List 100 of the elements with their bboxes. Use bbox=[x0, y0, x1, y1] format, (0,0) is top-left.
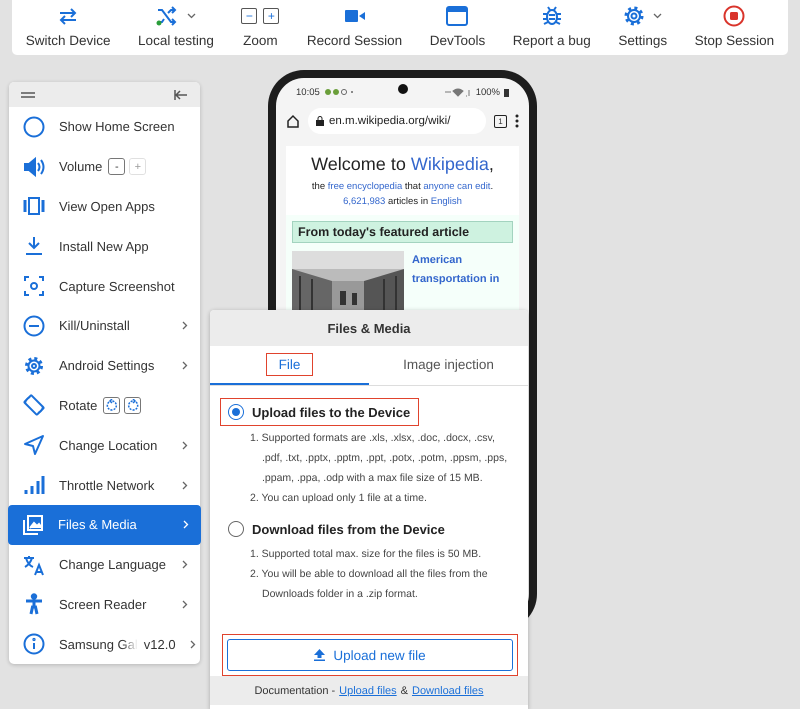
tab-count[interactable]: 1 bbox=[494, 114, 507, 128]
lock-icon bbox=[316, 116, 324, 126]
menu-item[interactable]: Show Home Screen bbox=[9, 107, 200, 147]
option-label: Upload files to the Device bbox=[252, 404, 410, 420]
zoom-in-button[interactable]: + bbox=[263, 8, 280, 24]
menu-item-label: Kill/Uninstall bbox=[59, 318, 130, 334]
toolbar-button[interactable]: − + Zoom bbox=[237, 0, 284, 55]
menu-item-label: Rotate bbox=[59, 398, 98, 413]
notification-icons bbox=[324, 88, 354, 96]
toolbar-button[interactable]: Switch Device bbox=[22, 0, 115, 55]
doc-link[interactable]: Upload files bbox=[339, 684, 397, 696]
menu-item[interactable]: Rotate bbox=[9, 386, 200, 426]
menu-item-label: Throttle Network bbox=[59, 478, 154, 493]
menu-item[interactable]: Files & Media bbox=[8, 504, 201, 545]
image-gallery-icon bbox=[22, 514, 44, 536]
rotate-icon bbox=[23, 394, 45, 416]
article-link[interactable]: American transportation in bbox=[412, 251, 502, 289]
menu-item[interactable]: Kill/Uninstall bbox=[9, 306, 200, 346]
bug-icon bbox=[542, 5, 562, 27]
minus-circle-icon bbox=[23, 314, 45, 337]
wiki-link[interactable]: English bbox=[430, 196, 462, 207]
note-text: 2. You can upload only 1 file at a time. bbox=[250, 491, 428, 506]
menu-item[interactable]: Android Settings bbox=[9, 346, 200, 386]
upload-icon bbox=[314, 649, 326, 661]
menu-item-label: Samsung Gal bbox=[59, 636, 138, 652]
settings-icon bbox=[623, 5, 646, 27]
note-text: 2. You will be able to download all the files from the Downloads folder in a .zip format. bbox=[250, 567, 489, 602]
menu-item[interactable]: Samsung Gal v12.0 bbox=[9, 624, 200, 664]
toolbar-button[interactable]: Settings bbox=[614, 0, 672, 55]
translate-icon bbox=[23, 554, 45, 576]
battery-icon bbox=[504, 88, 509, 96]
menu-item-label: Android Settings bbox=[59, 358, 154, 374]
radio-button[interactable] bbox=[228, 404, 244, 420]
article-count-text: 6,621,983 articles in English bbox=[342, 196, 463, 207]
speaker-icon bbox=[23, 156, 45, 178]
menu-item-label: Files & Media bbox=[58, 517, 137, 532]
toolbar-button[interactable]: Record Session bbox=[302, 0, 406, 55]
wiki-link[interactable]: free encyclopedia bbox=[328, 181, 402, 192]
tab[interactable]: File bbox=[210, 346, 369, 385]
radio-option[interactable]: Download files from the Device bbox=[228, 516, 453, 542]
toolbar-button[interactable]: Local testing bbox=[134, 0, 218, 55]
panel-title: Files & Media bbox=[210, 310, 528, 346]
home-icon[interactable] bbox=[286, 114, 300, 128]
tab[interactable]: Image injection bbox=[369, 346, 528, 385]
window-icon bbox=[446, 6, 468, 26]
featured-heading: From today's featured article bbox=[292, 221, 513, 243]
signal-bars-icon bbox=[23, 474, 45, 496]
note-text: 1. Supported formats are .xls, .xlsx, .doc, .docx, .csv, .pdf, .txt, .pptx, .pptm, .ppt, .potx, .potm, .ppsm, .pps, .ppam, .ppa, .odp with a max file size of 15 MB. bbox=[250, 431, 508, 486]
volume-button[interactable]: - bbox=[108, 158, 126, 176]
app-switcher-icon bbox=[23, 195, 45, 218]
menu-item[interactable]: Screen Reader bbox=[9, 584, 200, 624]
note-text: 1. Supported total max. size for the files is 50 MB. bbox=[250, 547, 482, 562]
toolbar-button[interactable]: DevTools bbox=[426, 0, 490, 55]
footer-text: Documentation - bbox=[254, 684, 336, 696]
download-icon bbox=[23, 235, 45, 258]
more-icon[interactable] bbox=[515, 114, 519, 128]
settings-icon bbox=[23, 354, 45, 377]
clock-text: 10:05 bbox=[296, 86, 320, 98]
option-label: Download files from the Device bbox=[252, 522, 445, 536]
separator-text: & bbox=[400, 684, 408, 696]
zoom-out-button[interactable]: − bbox=[241, 8, 258, 24]
welcome-heading: Welcome to Wikipedia, bbox=[310, 154, 495, 175]
navigation-arrow-icon bbox=[23, 434, 45, 456]
screenshot-icon bbox=[23, 275, 45, 298]
upload-button[interactable]: Upload new file bbox=[227, 639, 513, 671]
menu-item-label: View Open Apps bbox=[59, 198, 155, 214]
battery-text: 100% bbox=[476, 86, 500, 98]
rotate-button[interactable] bbox=[124, 396, 142, 414]
menu-item-label: Install New App bbox=[59, 238, 149, 254]
wiki-link[interactable]: anyone can edit bbox=[423, 181, 490, 192]
accessibility-icon bbox=[23, 593, 45, 616]
menu-item[interactable]: Change Location bbox=[9, 425, 200, 466]
intro-text: the free encyclopedia that anyone can edit. bbox=[310, 181, 494, 192]
menu-item-label: Change Language bbox=[59, 557, 166, 572]
signal-icons bbox=[444, 88, 472, 96]
rotate-button[interactable] bbox=[103, 396, 120, 414]
menu-item[interactable]: Install New App bbox=[9, 226, 200, 266]
menu-icon[interactable] bbox=[21, 92, 35, 98]
toolbar-button[interactable]: Stop Session bbox=[690, 0, 778, 55]
collapse-icon[interactable] bbox=[174, 90, 188, 100]
circle-icon bbox=[23, 116, 45, 138]
doc-link[interactable]: Download files bbox=[412, 684, 484, 696]
menu-item[interactable]: Throttle Network bbox=[9, 465, 200, 505]
stop-icon bbox=[723, 5, 746, 27]
menu-item[interactable]: View Open Apps bbox=[9, 186, 200, 226]
radio-button[interactable] bbox=[228, 521, 244, 537]
toolbar-button[interactable]: Report a bug bbox=[508, 0, 595, 55]
video-camera-icon bbox=[344, 8, 366, 24]
version-text: v12.0 bbox=[144, 636, 176, 652]
wiki-link[interactable]: Wikipedia bbox=[410, 154, 489, 174]
menu-item[interactable]: Change Language bbox=[9, 544, 200, 585]
menu-item-label: Change Location bbox=[59, 438, 158, 453]
menu-item-label: Capture Screenshot bbox=[59, 278, 175, 294]
menu-item-label: Volume bbox=[59, 159, 102, 174]
menu-item-label: Show Home Screen bbox=[59, 119, 175, 134]
wiki-link[interactable]: 6,621,983 bbox=[343, 196, 386, 207]
info-icon bbox=[23, 633, 45, 656]
menu-item-label: Screen Reader bbox=[59, 596, 146, 612]
url-field[interactable]: en.m.wikipedia.org/wiki/ bbox=[308, 108, 486, 134]
menu-item[interactable]: Capture Screenshot bbox=[9, 266, 200, 306]
